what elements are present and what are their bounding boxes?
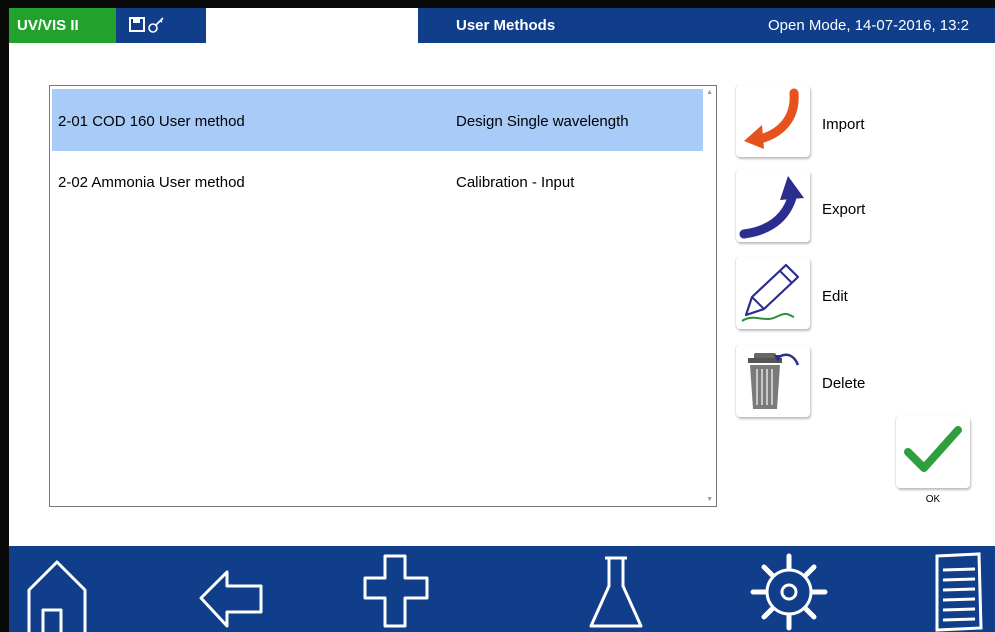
export-arrow-icon bbox=[739, 176, 804, 239]
app-brand: UV/VIS II bbox=[9, 8, 116, 43]
window-frame-left bbox=[0, 0, 9, 632]
checkmark-icon bbox=[904, 426, 962, 472]
method-row-1[interactable]: 2-01 COD 160 User method Design Single w… bbox=[52, 89, 703, 151]
export-button[interactable] bbox=[736, 170, 810, 242]
trash-icon bbox=[748, 353, 800, 409]
delete-button[interactable] bbox=[736, 345, 810, 417]
key-icon bbox=[148, 17, 164, 33]
method-type: Calibration - Input bbox=[456, 174, 575, 191]
back-arrow-icon[interactable] bbox=[197, 546, 269, 632]
scroll-up-arrow[interactable]: ▲ bbox=[706, 89, 713, 96]
scroll-down-arrow[interactable]: ▼ bbox=[706, 496, 713, 503]
pencil-icon bbox=[741, 263, 800, 322]
method-list[interactable]: 2-01 COD 160 User method Design Single w… bbox=[49, 85, 717, 507]
edit-label: Edit bbox=[822, 288, 848, 305]
method-type: Design Single wavelength bbox=[456, 113, 629, 130]
import-label: Import bbox=[822, 116, 865, 133]
edit-button[interactable] bbox=[736, 257, 810, 329]
flask-icon[interactable] bbox=[581, 546, 653, 632]
export-label: Export bbox=[822, 201, 866, 218]
method-row-2[interactable]: 2-02 Ammonia User method Calibration - I… bbox=[52, 156, 703, 218]
header-spacer bbox=[206, 8, 418, 43]
home-icon[interactable] bbox=[21, 546, 93, 632]
import-button[interactable] bbox=[736, 85, 810, 157]
status-text: Open Mode, 14-07-2016, 13:2 bbox=[744, 8, 995, 43]
delete-label: Delete bbox=[822, 375, 866, 392]
menu-list-icon[interactable] bbox=[927, 546, 995, 632]
ok-button[interactable] bbox=[896, 416, 970, 488]
method-name: 2-01 COD 160 User method bbox=[58, 113, 245, 130]
plus-icon[interactable] bbox=[361, 546, 433, 632]
gear-icon[interactable] bbox=[745, 546, 831, 632]
method-name: 2-02 Ammonia User method bbox=[58, 174, 245, 191]
bottom-nav-bar bbox=[9, 546, 995, 632]
header-icon-group bbox=[116, 8, 206, 43]
ok-label: OK bbox=[925, 494, 941, 505]
window-frame-top bbox=[0, 0, 995, 8]
import-arrow-icon bbox=[744, 88, 799, 149]
page-title: User Methods bbox=[418, 8, 744, 43]
